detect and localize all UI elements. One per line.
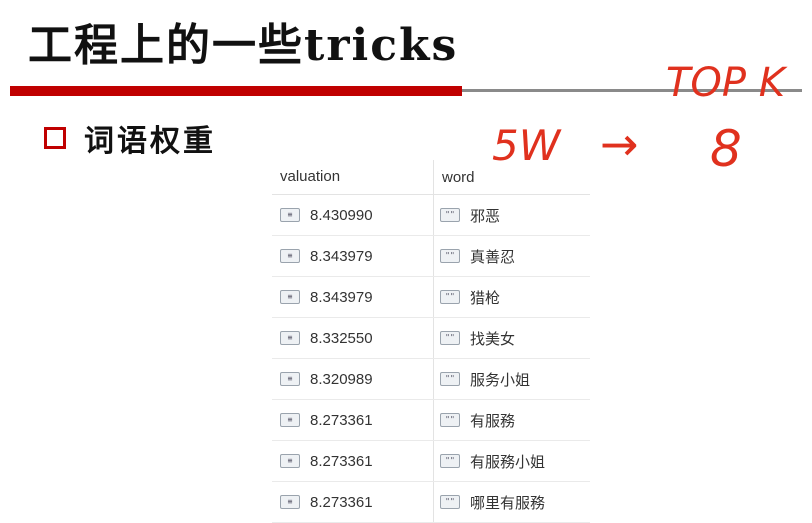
string-type-icon: "" (440, 290, 460, 304)
annotation-arrow: → (600, 117, 639, 171)
word-cell: 邪恶 (470, 207, 501, 225)
table-row[interactable]: ≡ 8.320989 "" 服务小姐 (272, 359, 590, 400)
valuation-cell: 8.343979 (310, 247, 373, 265)
word-cell: 真善忍 (470, 248, 516, 266)
word-cell: 有服務 (470, 412, 516, 430)
table-row[interactable]: ≡ 8.273361 "" 有服務小姐 (272, 441, 590, 482)
table-row[interactable]: ≡ 8.273361 "" 有服務 (272, 400, 590, 441)
string-type-icon: "" (440, 454, 460, 468)
title-rule-red (10, 86, 462, 96)
word-cell: 找美女 (470, 330, 516, 348)
handwritten-annotation: TOP K 5W → 8 (492, 60, 788, 176)
table-row[interactable]: ≡ 8.273361 "" 哪里有服務 (272, 482, 590, 523)
number-type-icon: ≡ (280, 249, 300, 263)
string-type-icon: "" (440, 331, 460, 345)
table-row[interactable]: ≡ 8.343979 "" 真善忍 (272, 236, 590, 277)
valuation-cell: 8.320989 (310, 370, 373, 388)
string-type-icon: "" (440, 413, 460, 427)
string-type-icon: "" (440, 208, 460, 222)
number-type-icon: ≡ (280, 208, 300, 222)
annotation-topk: TOP K (666, 60, 788, 106)
number-type-icon: ≡ (280, 454, 300, 468)
word-weight-table: valuation word ≡ 8.430990 "" 邪恶 ≡ 8.343979 … (272, 160, 590, 523)
square-bullet-icon (44, 127, 66, 149)
header-valuation[interactable]: valuation (272, 160, 434, 194)
slide-title: 工程上的一些tricks (28, 20, 459, 71)
table-row[interactable]: ≡ 8.332550 "" 找美女 (272, 318, 590, 359)
string-type-icon: "" (440, 372, 460, 386)
number-type-icon: ≡ (280, 372, 300, 386)
valuation-cell: 8.430990 (310, 206, 373, 224)
word-cell: 有服務小姐 (470, 453, 546, 471)
number-type-icon: ≡ (280, 331, 300, 345)
bullet-item: 词语权重 (44, 118, 216, 159)
word-cell: 猎枪 (470, 289, 501, 307)
valuation-cell: 8.343979 (310, 288, 373, 306)
valuation-cell: 8.273361 (310, 411, 373, 429)
valuation-cell: 8.273361 (310, 452, 373, 470)
header-word[interactable]: word (434, 169, 475, 186)
word-cell: 哪里有服務 (470, 494, 546, 512)
number-type-icon: ≡ (280, 413, 300, 427)
word-cell: 服务小姐 (470, 371, 531, 389)
string-type-icon: "" (440, 495, 460, 509)
table-row[interactable]: ≡ 8.343979 "" 猎枪 (272, 277, 590, 318)
number-type-icon: ≡ (280, 290, 300, 304)
valuation-cell: 8.332550 (310, 329, 373, 347)
table-header: valuation word (272, 160, 590, 195)
string-type-icon: "" (440, 249, 460, 263)
table-row[interactable]: ≡ 8.430990 "" 邪恶 (272, 195, 590, 236)
bullet-text: 词语权重 (84, 124, 216, 159)
annotation-8: 8 (710, 120, 742, 176)
number-type-icon: ≡ (280, 495, 300, 509)
valuation-cell: 8.273361 (310, 493, 373, 511)
